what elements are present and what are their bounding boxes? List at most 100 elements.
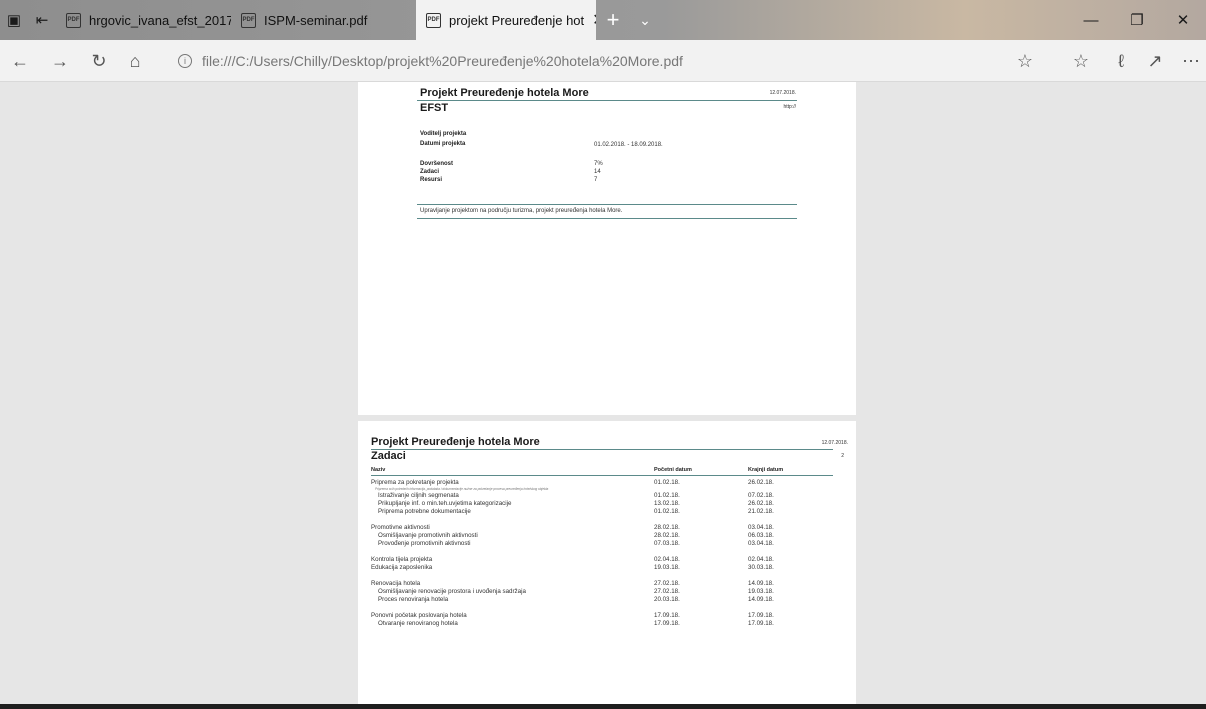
pdf-icon: PDF	[426, 12, 441, 28]
column-header-end: Krajnji datum	[748, 467, 784, 473]
table-row: Provođenje promotivnih aktivnosti 07.03.1…	[371, 540, 833, 548]
task-name: Priprema potrebne dokumentacije	[378, 508, 471, 515]
tab-actions-icon[interactable]: ▣	[0, 0, 28, 40]
task-start-date: 02.04.18.	[654, 556, 680, 563]
task-name: Promotivne aktivnosti	[371, 524, 430, 531]
field-value: 7	[594, 177, 598, 183]
task-end-date: 03.04.18.	[748, 524, 774, 531]
new-tab-button[interactable]: +	[596, 0, 630, 40]
task-end-date: 14.09.18.	[748, 596, 774, 603]
table-row: Osmišljavanje renovacije prostora i uvođ…	[371, 588, 833, 596]
task-name: Priprema za pokretanje projekta	[371, 479, 459, 486]
minimize-icon[interactable]: —	[1068, 0, 1114, 40]
page-url: http://	[783, 104, 796, 110]
task-start-date: 27.02.18.	[654, 588, 680, 595]
tab-ispm-seminar[interactable]: PDF ISPM-seminar.pdf	[231, 0, 386, 40]
task-end-date: 03.04.18.	[748, 540, 774, 547]
divider	[417, 204, 797, 205]
task-name: Edukacija zaposlenika	[371, 564, 433, 571]
page-title: Projekt Preuređenje hotela More	[420, 87, 589, 99]
task-name: Renovacija hotela	[371, 580, 421, 587]
table-row: Ponovni početak poslovanja hotela 17.09.1…	[371, 612, 833, 620]
organization-title: EFST	[420, 102, 449, 114]
field-label: Voditelj projekta	[420, 131, 467, 137]
column-header-start: Početni datum	[654, 467, 692, 473]
task-note-text: Priprema svih potrebnih informacija, pod…	[375, 487, 549, 491]
pdf-page-2: Projekt Preuređenje hotela More 12.07.20…	[358, 421, 856, 709]
table-row: Kontrola tijela projekta 02.04.18. 02.04.1…	[371, 556, 833, 564]
tab-label: projekt Preuređenje hot	[449, 12, 585, 28]
field-label: Datumi projekta	[420, 141, 466, 147]
project-description: Upravljanje projektom na području turizm…	[420, 208, 623, 214]
pdf-icon: PDF	[66, 12, 81, 28]
task-name: Osmišljavanje renovacije prostora i uvođ…	[378, 588, 526, 595]
task-end-date: 07.02.18.	[748, 492, 774, 499]
close-window-icon[interactable]: ✕	[1160, 0, 1206, 40]
chevron-down-icon[interactable]: ⌄	[630, 0, 660, 40]
task-name: Kontrola tijela projekta	[371, 556, 433, 563]
task-name: Osmišljavanje promotivnih aktivnosti	[378, 532, 478, 539]
set-tabs-aside-icon[interactable]: ⇤	[28, 0, 56, 40]
pdf-icon: PDF	[241, 12, 256, 28]
tab-label: ISPM-seminar.pdf	[264, 12, 368, 28]
task-table: Priprema za pokretanje projekta 01.02.18.…	[371, 479, 833, 628]
task-end-date: 21.02.18.	[748, 508, 774, 515]
pen-icon[interactable]: ℓ	[1106, 40, 1136, 82]
task-start-date: 07.03.18.	[654, 540, 680, 547]
table-row: Otvaranje renoviranog hotela 17.09.18. 17.…	[371, 620, 833, 628]
home-icon[interactable]: ⌂	[120, 40, 150, 82]
page-date: 12.07.2018.	[769, 90, 796, 96]
task-start-date: 19.03.18.	[654, 564, 680, 571]
task-start-date: 28.02.18.	[654, 532, 680, 539]
forward-arrow-icon[interactable]: →	[45, 40, 75, 82]
task-name: Otvaranje renoviranog hotela	[378, 620, 458, 627]
tab-hrgovic[interactable]: PDF hrgovic_ivana_efst_2017_sp(	[56, 0, 231, 40]
task-end-date: 14.09.18.	[748, 580, 774, 587]
refresh-icon[interactable]: ↻	[84, 40, 114, 82]
divider	[417, 218, 797, 219]
table-row: Edukacija zaposlenika 19.03.18. 30.03.18.	[371, 564, 833, 572]
field-label: Resursi	[420, 177, 443, 183]
tab-bar: ▣ ⇤ PDF hrgovic_ivana_efst_2017_sp( PDF …	[0, 0, 1206, 40]
page-date: 12.07.2018.	[821, 440, 848, 446]
task-name: Prikupljanje inf. o min.teh.uvjetima kat…	[378, 500, 512, 507]
task-start-date: 13.02.18.	[654, 500, 680, 507]
task-end-date: 26.02.18.	[748, 479, 774, 486]
task-end-date: 17.09.18.	[748, 620, 774, 627]
share-icon[interactable]: ↗	[1140, 40, 1170, 82]
info-icon[interactable]: i	[178, 54, 192, 68]
task-start-date: 01.02.18.	[654, 508, 680, 515]
task-name: Ponovni početak poslovanja hotela	[371, 612, 467, 619]
task-start-date: 20.03.18.	[654, 596, 680, 603]
column-header-name: Naziv	[371, 467, 386, 473]
task-start-date: 17.09.18.	[654, 612, 680, 619]
page-number: 2	[841, 453, 844, 459]
back-arrow-icon[interactable]: ←	[5, 40, 35, 82]
field-value: 14	[594, 169, 601, 175]
pdf-viewer[interactable]: Projekt Preuređenje hotela More 12.07.20…	[0, 82, 1206, 709]
restore-icon[interactable]: ❐	[1114, 0, 1160, 40]
task-name: Proces renoviranja hotela	[378, 596, 449, 603]
divider	[371, 475, 833, 476]
field-value: 01.02.2018. - 18.09.2018.	[594, 142, 663, 148]
field-value: 7%	[594, 161, 603, 167]
table-row: Osmišljavanje promotivnih aktivnosti 28.0…	[371, 532, 833, 540]
task-end-date: 17.09.18.	[748, 612, 774, 619]
task-start-date: 27.02.18.	[654, 580, 680, 587]
url-text[interactable]: file:///C:/Users/Chilly/Desktop/projekt%…	[202, 53, 683, 69]
favorites-list-icon[interactable]: ☆	[1066, 40, 1096, 82]
table-row: Priprema potrebne dokumentacije 01.02.18.…	[371, 508, 833, 516]
field-label: Dovršenost	[420, 161, 454, 167]
divider	[371, 449, 833, 450]
tab-label: hrgovic_ivana_efst_2017_sp(	[89, 12, 231, 28]
tab-projekt[interactable]: PDF projekt Preuređenje hot ✕	[416, 0, 596, 40]
favorite-star-icon[interactable]: ☆	[1010, 40, 1040, 82]
task-end-date: 19.03.18.	[748, 588, 774, 595]
more-icon[interactable]: ⋯	[1176, 40, 1206, 82]
url-field[interactable]: i file:///C:/Users/Chilly/Desktop/projek…	[178, 40, 683, 82]
table-row: Promotivne aktivnosti 28.02.18. 03.04.18.	[371, 524, 833, 532]
task-end-date: 02.04.18.	[748, 556, 774, 563]
field-label: Zadaci	[420, 169, 440, 175]
task-start-date: 28.02.18.	[654, 524, 680, 531]
task-start-date: 17.09.18.	[654, 620, 680, 627]
